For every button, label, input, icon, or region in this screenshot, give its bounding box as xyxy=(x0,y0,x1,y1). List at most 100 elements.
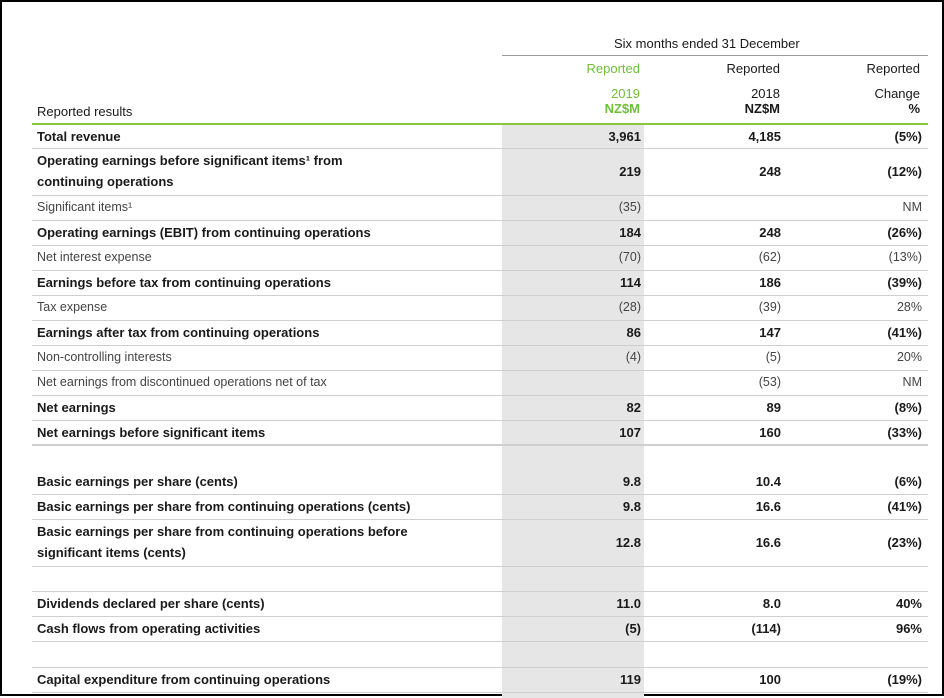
value-change: NM xyxy=(902,200,922,214)
value-change: 96% xyxy=(895,621,922,636)
row-label: Basic earnings per share from continuing… xyxy=(37,521,408,563)
value-change: (41%) xyxy=(887,325,922,340)
value-change: (26%) xyxy=(887,225,922,240)
value-change: 28% xyxy=(896,300,922,314)
row-divider xyxy=(32,692,928,693)
value-2019: 12.8 xyxy=(615,535,641,550)
row-label: Basic earnings per share from continuing… xyxy=(37,499,411,514)
value-2018: 4,185 xyxy=(748,129,781,144)
value-2018: (114) xyxy=(751,621,781,636)
value-2019: (5) xyxy=(625,621,641,636)
value-change: 40% xyxy=(895,596,922,611)
value-2018: 248 xyxy=(759,164,781,179)
value-2018: 160 xyxy=(759,425,781,440)
value-2018: 10.4 xyxy=(755,474,781,489)
row-divider xyxy=(32,445,928,446)
table-row: Cash flows from operating activities (5) (… xyxy=(32,616,928,641)
table-row: Operating earnings (EBIT) from continuin… xyxy=(32,220,928,245)
row-label: Net interest expense xyxy=(37,250,152,264)
value-change: (33%) xyxy=(887,425,922,440)
value-change: (39%) xyxy=(887,275,922,290)
table-row: Net interest expense (70) (62) (13%) xyxy=(32,245,928,270)
table-row: Total revenue 3,961 4,185 (5%) xyxy=(32,125,928,148)
value-2018: 8.0 xyxy=(762,596,781,611)
value-2019: 219 xyxy=(619,164,641,179)
value-2018: (5) xyxy=(765,350,781,364)
row-label: Basic earnings per share (cents) xyxy=(37,474,238,489)
col-change-line2: Change xyxy=(874,86,920,101)
col-change-line3: % xyxy=(908,101,920,116)
table-row: Basic earnings per share from continuing… xyxy=(32,494,928,519)
col-change-line1: Reported xyxy=(866,61,920,76)
value-2019: 107 xyxy=(619,425,641,440)
row-label: Net earnings before significant items xyxy=(37,425,266,440)
value-change: (23%) xyxy=(887,535,922,550)
value-2018: (53) xyxy=(758,375,781,389)
row-label: Tax expense xyxy=(37,300,108,314)
value-2018: 248 xyxy=(759,225,781,240)
row-divider xyxy=(32,591,928,592)
row-label: Capital expenditure from continuing oper… xyxy=(37,672,331,687)
col-2019-line3: NZ$M xyxy=(604,101,640,116)
row-label-line2: significant items (cents) xyxy=(37,545,186,560)
row-label: Dividends declared per share (cents) xyxy=(37,596,265,611)
row-label-line2: continuing operations xyxy=(37,174,174,189)
table-row: Earnings after tax from continuing opera… xyxy=(32,320,928,345)
table-row: Basic earnings per share (cents) 9.8 10.4 (… xyxy=(32,469,928,494)
row-divider xyxy=(32,667,928,668)
row-label-line1: Operating earnings before significant it… xyxy=(37,153,343,168)
value-2019: (70) xyxy=(618,250,641,264)
table-row: Basic earnings per share from continuing… xyxy=(32,519,928,566)
table-row: Net earnings before significant items 107… xyxy=(32,420,928,445)
table-row: Net earnings 82 89 (8%) xyxy=(32,395,928,420)
col-2019-line1: Reported xyxy=(586,61,640,76)
value-2019: 9.8 xyxy=(622,499,641,514)
row-label: Significant items¹ xyxy=(37,200,133,214)
table-row: Operating earnings before significant it… xyxy=(32,148,928,195)
value-2019: 3,961 xyxy=(608,129,641,144)
table-row: Tax expense (28) (39) 28% xyxy=(32,295,928,320)
value-2018: (62) xyxy=(758,250,781,264)
value-2019: 86 xyxy=(626,325,641,340)
table-row: Dividends declared per share (cents) 11.0… xyxy=(32,591,928,616)
value-2019: 184 xyxy=(619,225,641,240)
row-label: Earnings after tax from continuing opera… xyxy=(37,325,320,340)
section-label: Reported results xyxy=(37,104,133,119)
value-2018: 147 xyxy=(759,325,781,340)
row-label: Net earnings from discontinued operation… xyxy=(37,375,327,389)
row-label: Cash flows from operating activities xyxy=(37,621,261,636)
col-2019-line2: 2019 xyxy=(611,86,640,101)
period-heading: Six months ended 31 December xyxy=(614,36,800,51)
row-label: Earnings before tax from continuing oper… xyxy=(37,275,331,290)
col-2018-line3: NZ$M xyxy=(744,101,780,116)
table-row: Non-controlling interests (4) (5) 20% xyxy=(32,345,928,370)
table-row: Earnings before tax from continuing oper… xyxy=(32,270,928,295)
value-2019: 9.8 xyxy=(622,474,641,489)
value-2019: (35) xyxy=(618,200,641,214)
value-change: (6%) xyxy=(894,474,922,489)
value-change: (41%) xyxy=(887,499,922,514)
table-row: Significant items¹ (35) NM xyxy=(32,195,928,220)
col-2018-line2: 2018 xyxy=(751,86,780,101)
value-change: (19%) xyxy=(887,672,922,687)
value-2019: 82 xyxy=(626,400,641,415)
value-2018: 16.6 xyxy=(755,499,781,514)
row-divider xyxy=(32,641,928,642)
value-2018: 89 xyxy=(766,400,781,415)
value-change: (12%) xyxy=(887,164,922,179)
row-label: Net earnings xyxy=(37,400,116,415)
col-2018-line1: Reported xyxy=(726,61,780,76)
value-2018: (39) xyxy=(758,300,781,314)
value-2019: 11.0 xyxy=(616,596,641,611)
table-row: Capital expenditure from continuing oper… xyxy=(32,667,928,692)
report-frame: Six months ended 31 December Reported 20… xyxy=(0,0,944,698)
table-row: Net earnings from discontinued operation… xyxy=(32,370,928,395)
row-divider xyxy=(32,566,928,567)
value-change: (8%) xyxy=(894,400,922,415)
value-2018: 186 xyxy=(759,275,781,290)
value-change: (13%) xyxy=(888,250,922,264)
value-2018: 100 xyxy=(759,672,781,687)
value-change: (5%) xyxy=(894,129,922,144)
row-label: Operating earnings before significant it… xyxy=(37,150,343,192)
value-change: NM xyxy=(902,375,922,389)
